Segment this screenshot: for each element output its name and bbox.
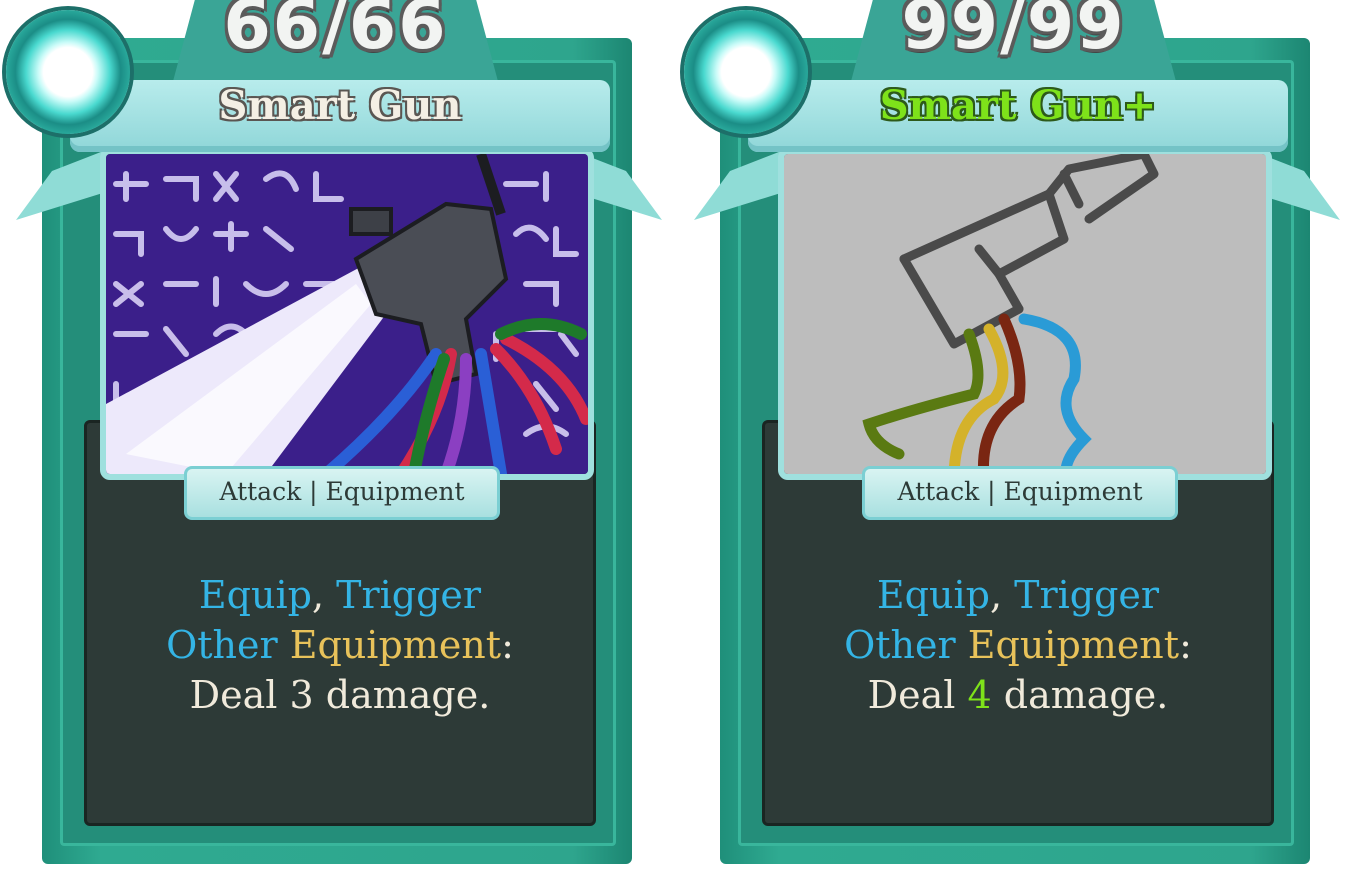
desc-colon: :	[1179, 623, 1192, 667]
card-art-smart-gun-sketch	[778, 148, 1272, 480]
card-title: Smart Gun+	[879, 82, 1157, 129]
damage-value: 3	[289, 673, 314, 717]
card-counter: 99/99	[901, 0, 1126, 65]
keyword-equip: Equip	[198, 573, 312, 617]
keyword-equipment: Equipment	[289, 623, 502, 667]
keyword-other: Other	[166, 623, 278, 667]
desc-space	[956, 623, 968, 667]
energy-orb-icon	[684, 10, 808, 134]
card-smart-gun-plus[interactable]: 99/99 Smart Gun+ Attack | Equipment Equi…	[678, 0, 1356, 874]
keyword-trigger: Trigger	[336, 573, 482, 617]
desc-deal: Deal	[189, 673, 290, 717]
card-description: Equip, Trigger Other Equipment: Deal 4 d…	[768, 570, 1268, 720]
damage-value: 4	[967, 673, 992, 717]
card-title: Smart Gun	[218, 82, 462, 129]
desc-separator: ,	[989, 573, 1015, 617]
card-counter: 66/66	[223, 0, 448, 65]
energy-orb-icon	[6, 10, 130, 134]
keyword-trigger: Trigger	[1014, 573, 1160, 617]
card-description: Equip, Trigger Other Equipment: Deal 3 d…	[90, 570, 590, 720]
card-smart-gun[interactable]: 66/66 Smart Gun Attack | Equipment Equip…	[0, 0, 680, 874]
keyword-other: Other	[844, 623, 956, 667]
card-type-plate: Attack | Equipment	[862, 466, 1178, 520]
desc-damage: damage.	[313, 673, 491, 717]
keyword-equip: Equip	[876, 573, 990, 617]
desc-damage: damage.	[991, 673, 1169, 717]
desc-separator: ,	[311, 573, 337, 617]
keyword-equipment: Equipment	[967, 623, 1180, 667]
desc-colon: :	[501, 623, 514, 667]
desc-deal: Deal	[867, 673, 968, 717]
card-type-plate: Attack | Equipment	[184, 466, 500, 520]
desc-space	[278, 623, 290, 667]
card-art-smart-gun	[100, 148, 594, 480]
